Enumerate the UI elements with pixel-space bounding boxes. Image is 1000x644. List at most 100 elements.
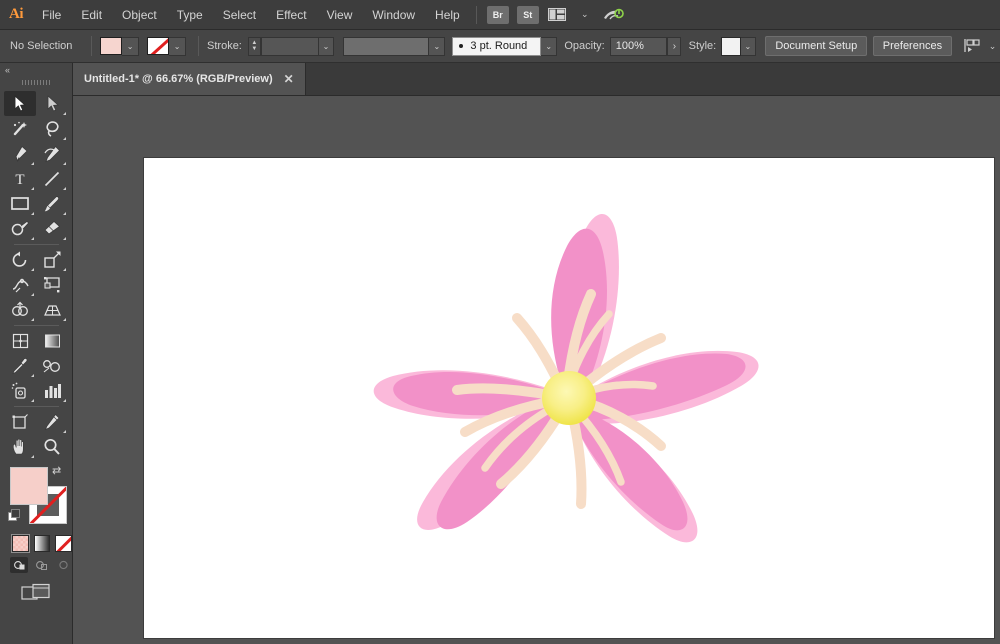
close-icon[interactable]: ✕ bbox=[284, 73, 294, 85]
perspective-grid-tool[interactable] bbox=[36, 297, 68, 322]
search-adobe-icon[interactable] bbox=[600, 5, 626, 25]
scale-tool[interactable] bbox=[36, 247, 68, 272]
pink-flower-illustration[interactable] bbox=[144, 158, 994, 638]
stock-icon[interactable]: St bbox=[517, 6, 539, 24]
chevron-glyph: ⌄ bbox=[581, 9, 589, 20]
curvature-tool[interactable] bbox=[36, 141, 68, 166]
opacity-options-icon[interactable]: › bbox=[667, 37, 681, 56]
canvas-area[interactable] bbox=[73, 96, 1000, 644]
stroke-weight-input[interactable] bbox=[261, 37, 319, 56]
panel-drag-handle[interactable] bbox=[0, 76, 72, 89]
document-tab[interactable]: Untitled-1* @ 66.67% (RGB/Preview) ✕ bbox=[73, 63, 306, 95]
fill-indicator-swatch[interactable] bbox=[10, 467, 48, 505]
menu-object[interactable]: Object bbox=[112, 0, 167, 30]
zoom-tool[interactable] bbox=[36, 434, 68, 459]
opacity-input[interactable]: 100% bbox=[610, 37, 668, 56]
tool-flyout-indicator bbox=[31, 268, 34, 271]
menu-select[interactable]: Select bbox=[213, 0, 266, 30]
tool-flyout-indicator bbox=[63, 212, 66, 215]
menu-view[interactable]: View bbox=[317, 0, 363, 30]
draw-behind-button[interactable] bbox=[32, 557, 50, 573]
change-screen-mode-button[interactable] bbox=[0, 573, 72, 605]
selection-status-label: No Selection bbox=[6, 40, 83, 52]
draw-inside-button[interactable] bbox=[54, 557, 72, 573]
workspace-chevron-down-icon[interactable]: ⌄ bbox=[572, 5, 598, 25]
fill-color-swatch[interactable] bbox=[100, 37, 122, 55]
stroke-weight-stepper[interactable]: ▲ ▼ bbox=[248, 37, 261, 56]
type-tool[interactable]: T bbox=[4, 166, 36, 191]
fill-chevron-down-icon[interactable]: ⌄ bbox=[122, 37, 139, 56]
tool-grid: T bbox=[0, 89, 73, 459]
control-bar: No Selection ⌄ ⌄ Stroke: ▲ ▼ ⌄ ⌄ 3 pt. R… bbox=[0, 30, 1000, 63]
menu-type[interactable]: Type bbox=[167, 0, 213, 30]
align-objects-icon[interactable] bbox=[960, 36, 984, 56]
stroke-profile-chevron-down-icon[interactable]: ⌄ bbox=[429, 37, 445, 56]
rectangle-tool[interactable] bbox=[4, 191, 36, 216]
slice-tool[interactable] bbox=[36, 409, 68, 434]
mesh-tool[interactable] bbox=[4, 328, 36, 353]
direct-selection-tool[interactable] bbox=[36, 91, 68, 116]
shape-builder-tool[interactable] bbox=[4, 297, 36, 322]
tool-flyout-indicator bbox=[31, 162, 34, 165]
fill-color-control[interactable]: ⌄ bbox=[100, 37, 139, 56]
symbol-sprayer-tool[interactable] bbox=[4, 378, 36, 403]
gradient-mode-button[interactable] bbox=[34, 535, 51, 552]
tool-flyout-indicator bbox=[31, 293, 34, 296]
menu-help[interactable]: Help bbox=[425, 0, 470, 30]
hand-tool[interactable] bbox=[4, 434, 36, 459]
brush-chevron-down-icon[interactable]: ⌄ bbox=[541, 37, 557, 56]
eraser-tool[interactable] bbox=[36, 216, 68, 241]
control-divider-1 bbox=[91, 36, 92, 56]
eyedropper-tool[interactable] bbox=[4, 353, 36, 378]
menu-bar: Ai File Edit Object Type Select Effect V… bbox=[0, 0, 1000, 30]
stroke-chevron-down-icon[interactable]: ⌄ bbox=[169, 37, 186, 56]
swap-fill-stroke-icon[interactable]: ⇄ bbox=[52, 464, 61, 477]
draw-normal-button[interactable] bbox=[10, 557, 28, 573]
rotate-tool[interactable] bbox=[4, 247, 36, 272]
magic-wand-tool[interactable] bbox=[4, 116, 36, 141]
opacity-label: Opacity: bbox=[564, 40, 604, 52]
artboard-tool[interactable] bbox=[4, 409, 36, 434]
gradient-tool[interactable] bbox=[36, 328, 68, 353]
control-divider-2 bbox=[198, 36, 199, 56]
bridge-icon[interactable]: Br bbox=[487, 6, 509, 24]
width-tool[interactable] bbox=[4, 272, 36, 297]
collapse-panel-icon[interactable]: « bbox=[0, 63, 72, 76]
color-mode-button[interactable] bbox=[12, 535, 29, 552]
menu-file[interactable]: File bbox=[32, 0, 71, 30]
tool-flyout-indicator bbox=[31, 237, 34, 240]
column-graph-tool[interactable] bbox=[36, 378, 68, 403]
shaper-tool[interactable] bbox=[4, 216, 36, 241]
stroke-weight-chevron-down-icon[interactable]: ⌄ bbox=[319, 37, 335, 56]
selection-tool[interactable] bbox=[4, 91, 36, 116]
brush-definition-preview[interactable]: 3 pt. Round bbox=[452, 37, 541, 56]
stroke-profile-input[interactable] bbox=[343, 37, 429, 56]
menu-window[interactable]: Window bbox=[362, 0, 425, 30]
tool-flyout-indicator bbox=[31, 455, 34, 458]
none-mode-button[interactable] bbox=[55, 535, 72, 552]
tool-flyout-indicator bbox=[31, 374, 34, 377]
preferences-button[interactable]: Preferences bbox=[873, 36, 952, 56]
stroke-color-swatch[interactable] bbox=[147, 37, 169, 55]
pen-tool[interactable] bbox=[4, 141, 36, 166]
line-segment-tool[interactable] bbox=[36, 166, 68, 191]
document-setup-button[interactable]: Document Setup bbox=[765, 36, 867, 56]
menu-effect[interactable]: Effect bbox=[266, 0, 316, 30]
stroke-weight-label: Stroke: bbox=[207, 40, 242, 52]
workspace-layout-icon[interactable] bbox=[544, 5, 570, 25]
paintbrush-tool[interactable] bbox=[36, 191, 68, 216]
tool-flyout-indicator bbox=[63, 187, 66, 190]
free-transform-tool[interactable] bbox=[36, 272, 68, 297]
style-chevron-down-icon[interactable]: ⌄ bbox=[741, 37, 757, 56]
artboard[interactable] bbox=[144, 158, 994, 638]
default-fill-stroke-icon[interactable] bbox=[8, 509, 21, 522]
lasso-tool[interactable] bbox=[36, 116, 68, 141]
blend-tool[interactable] bbox=[36, 353, 68, 378]
tool-flyout-indicator bbox=[63, 112, 66, 115]
stroke-color-control[interactable]: ⌄ bbox=[147, 37, 186, 56]
document-tab-title: Untitled-1* @ 66.67% (RGB/Preview) bbox=[84, 73, 273, 85]
graphic-style-swatch[interactable] bbox=[721, 37, 740, 56]
chevron-glyph: ⌄ bbox=[989, 41, 997, 52]
align-chevron-down-icon[interactable]: ⌄ bbox=[986, 36, 999, 56]
menu-edit[interactable]: Edit bbox=[71, 0, 112, 30]
